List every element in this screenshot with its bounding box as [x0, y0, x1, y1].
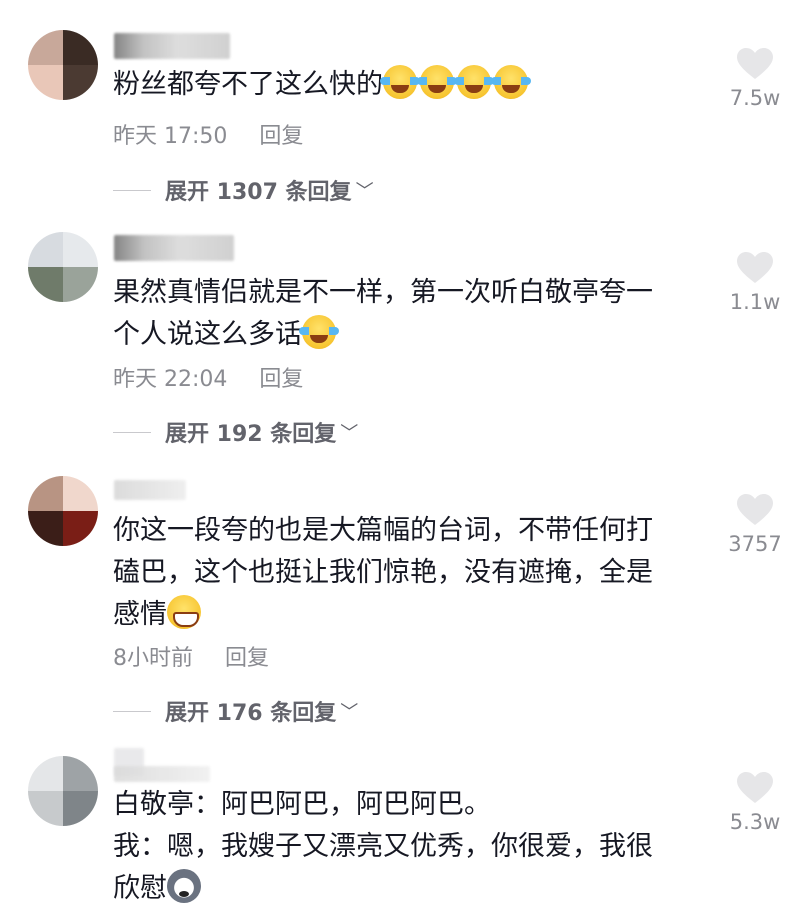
username-blurred[interactable] [114, 33, 230, 59]
expand-replies-label: 展开 192 条回复 [165, 422, 337, 447]
divider-line [113, 710, 151, 712]
divider-line [113, 431, 151, 433]
chevron-down-icon: ﹀ [340, 423, 359, 444]
rolling-laughing-emoji-icon [299, 315, 339, 349]
like-button[interactable]: 5.3w [718, 772, 792, 834]
like-count: 7.5w [729, 86, 781, 110]
chevron-down-icon: ﹀ [355, 181, 374, 202]
expand-replies-label: 展开 1307 条回复 [165, 180, 352, 205]
comment-text: 果然真情侣就是不一样，第一次听白敬亭夸一 个人说这么多话 [113, 277, 653, 350]
grinning-emoji-icon [167, 595, 201, 629]
expand-replies-button[interactable]: 展开 1307 条回复 ﹀ [113, 174, 374, 206]
heart-icon [737, 772, 773, 803]
username-blurred[interactable] [114, 235, 234, 261]
like-count: 5.3w [729, 810, 781, 834]
chevron-down-icon: ﹀ [340, 702, 359, 723]
divider-line [113, 189, 151, 191]
comment-text: 粉丝都夸不了这么快的 [113, 64, 693, 106]
comment-time: 昨天 17:50 [113, 124, 228, 149]
reply-button[interactable]: 回复 [225, 646, 269, 671]
crying-laughing-emoji-icon [380, 65, 420, 99]
comment-time: 昨天 22:04 [113, 367, 228, 392]
comment-meta: 昨天 22:04 回复 [113, 361, 303, 393]
like-count: 3757 [728, 532, 782, 556]
username-blurred[interactable] [114, 480, 186, 500]
expand-replies-label: 展开 176 条回复 [165, 701, 337, 726]
comment-meta: 8小时前 回复 [113, 640, 269, 672]
comment-text: 白敬亭：阿巴阿巴，阿巴阿巴。 我：嗯，我嫂子又漂亮又优秀，你很爱，我很 欣慰 [113, 789, 653, 904]
avatar[interactable] [28, 30, 98, 100]
crying-laughing-emoji-icon [417, 65, 457, 99]
comment-text: 你这一段夸的也是大篇幅的台词，不带任何打 磕巴，这个也挺让我们惊艳，没有遮掩，全… [113, 515, 653, 630]
avatar[interactable] [28, 756, 98, 826]
crying-laughing-emoji-icon [454, 65, 494, 99]
husky-emoji-icon [167, 869, 201, 903]
comment-time: 8小时前 [113, 646, 193, 671]
reply-button[interactable]: 回复 [259, 124, 303, 149]
heart-icon [737, 252, 773, 283]
like-count: 1.1w [729, 290, 781, 314]
username-blurred[interactable] [114, 766, 210, 782]
crying-laughing-emoji-icon [491, 65, 531, 99]
avatar[interactable] [28, 476, 98, 546]
expand-replies-button[interactable]: 展开 192 条回复 ﹀ [113, 416, 358, 448]
like-button[interactable]: 3757 [718, 494, 792, 556]
heart-icon [737, 494, 773, 525]
reply-button[interactable]: 回复 [259, 367, 303, 392]
avatar[interactable] [28, 232, 98, 302]
like-button[interactable]: 1.1w [718, 252, 792, 314]
heart-icon [737, 48, 773, 79]
expand-replies-button[interactable]: 展开 176 条回复 ﹀ [113, 695, 358, 727]
like-button[interactable]: 7.5w [718, 48, 792, 110]
comment-meta: 昨天 17:50 回复 [113, 118, 303, 150]
